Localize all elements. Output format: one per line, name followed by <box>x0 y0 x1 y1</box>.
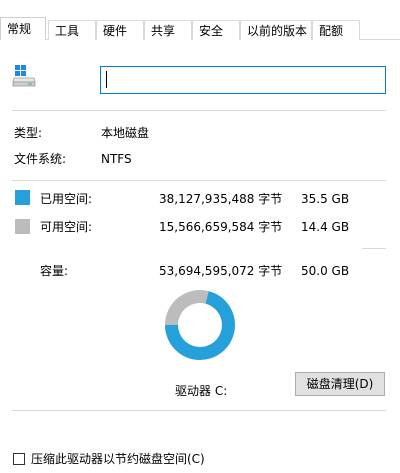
donut-slice-free <box>165 290 209 326</box>
separator-bottom <box>12 410 386 411</box>
type-value: 本地磁盘 <box>101 126 150 140</box>
capacity-size: 50.0 GB <box>301 264 350 278</box>
used-space-label: 已用空间: <box>40 192 93 206</box>
free-space-swatch <box>15 219 30 234</box>
filesystem-value: NTFS <box>101 152 132 166</box>
capacity-label: 容量: <box>40 264 69 278</box>
disk-usage-chart <box>165 290 235 360</box>
free-space-label: 可用空间: <box>40 220 93 234</box>
tab-sharing[interactable]: 共享 <box>144 20 192 40</box>
free-space-size: 14.4 GB <box>301 220 350 234</box>
tab-bar: 常规 工具 硬件 共享 安全 以前的版本 配额 <box>0 0 400 40</box>
drive-name-input[interactable] <box>100 66 386 94</box>
filesystem-label: 文件系统: <box>14 152 67 166</box>
separator-middle <box>12 180 386 181</box>
tab-tools[interactable]: 工具 <box>48 20 96 40</box>
disk-cleanup-button[interactable]: 磁盘清理(D) <box>295 372 385 396</box>
tab-hardware[interactable]: 硬件 <box>96 20 144 40</box>
tab-security[interactable]: 安全 <box>192 20 240 40</box>
type-label: 类型: <box>14 126 43 140</box>
used-space-size: 35.5 GB <box>301 192 350 206</box>
tab-general[interactable]: 常规 <box>0 17 46 40</box>
separator-short <box>362 248 386 249</box>
free-space-bytes: 15,566,659,584 字节 <box>159 220 283 234</box>
text-caret <box>106 71 107 88</box>
compress-drive-checkbox[interactable] <box>13 453 25 465</box>
separator-top <box>12 110 386 111</box>
tab-quota[interactable]: 配额 <box>312 20 360 40</box>
tab-previous-versions[interactable]: 以前的版本 <box>240 20 312 40</box>
used-space-bytes: 38,127,935,488 字节 <box>159 192 283 206</box>
drive-letter-label: 驱动器 C: <box>175 384 228 398</box>
used-space-swatch <box>15 190 30 205</box>
capacity-bytes: 53,694,595,072 字节 <box>159 264 283 278</box>
compress-drive-label[interactable]: 压缩此驱动器以节约磁盘空间(C) <box>31 451 205 467</box>
drive-icon <box>12 65 36 87</box>
